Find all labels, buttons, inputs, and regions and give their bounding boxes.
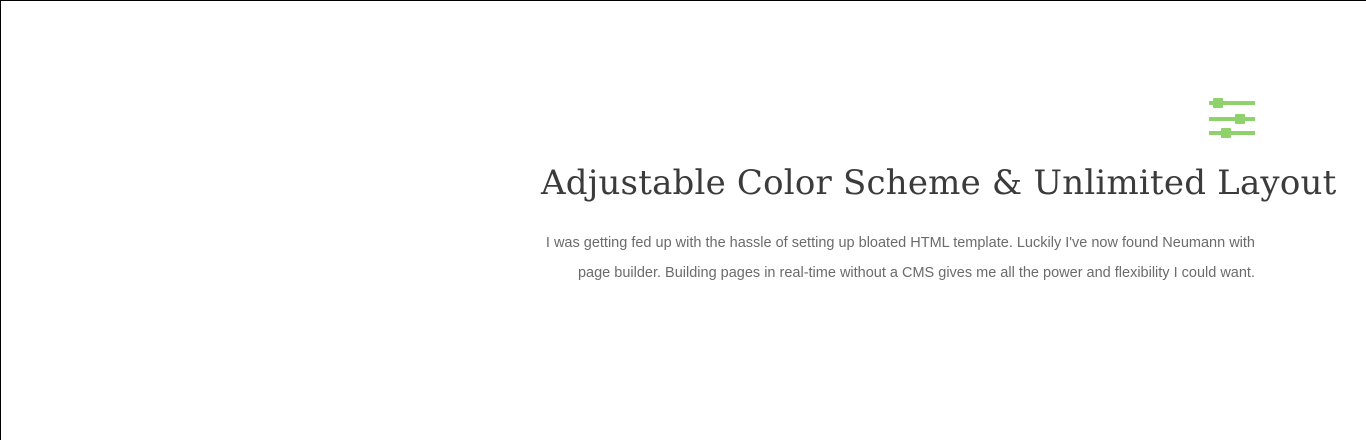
- feature-description: I was getting fed up with the hassle of …: [545, 235, 1255, 281]
- feature-title: Adjustable Color Scheme & Unlimited Layo…: [541, 163, 1337, 203]
- sliders-icon: [1209, 98, 1255, 138]
- feature-block: Adjustable Color Scheme & Unlimited Layo…: [541, 97, 1337, 288]
- feature-icon-container: [541, 97, 1255, 141]
- page-frame: Adjustable Color Scheme & Unlimited Layo…: [0, 0, 1366, 440]
